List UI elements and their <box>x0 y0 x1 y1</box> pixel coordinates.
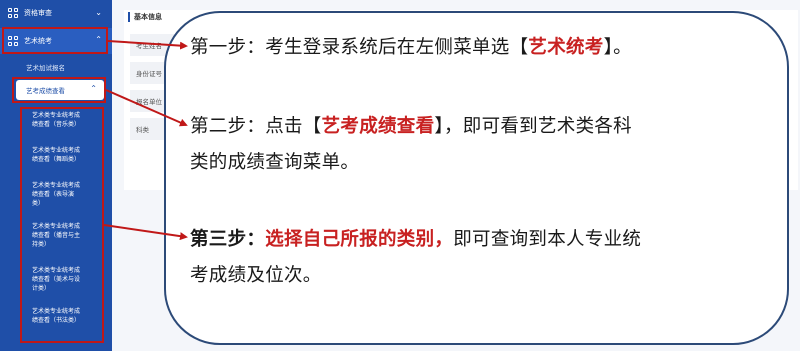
arrow-step2 <box>105 89 188 127</box>
step1-prefix: 第一步： <box>190 37 266 58</box>
step2-text: 第二步：点击【艺考成绩查看】，即可看到艺术类各科 类的成绩查询菜单。 <box>190 109 632 181</box>
step3-highlight: 选择自己所报的类别， <box>265 229 454 250</box>
step1-body: 考生登录系统后在左侧菜单选【 <box>265 37 529 58</box>
step1-highlight: 艺术统考 <box>528 37 604 58</box>
step3-line2: 考成绩及位次。 <box>190 265 322 286</box>
step2-prefix: 第二步： <box>190 116 266 137</box>
step2-line2: 类的成绩查询菜单。 <box>190 152 360 173</box>
step3-suffix: 即可查询到本人专业统 <box>453 229 642 250</box>
step2-suffix: 】，即可看到艺术类各科 <box>434 116 632 137</box>
arrow-step1 <box>107 40 188 50</box>
arrow-step3 <box>103 224 188 241</box>
step2-highlight: 艺考成绩查看 <box>321 116 435 137</box>
step1-suffix: 】。 <box>603 37 632 58</box>
step2-body: 点击【 <box>265 116 322 137</box>
step3-text: 第三步：选择自己所报的类别，即可查询到本人专业统 考成绩及位次。 <box>190 222 641 294</box>
step3-prefix: 第三步： <box>190 229 266 250</box>
step1-text: 第一步：考生登录系统后在左侧菜单选【艺术统考】。 <box>190 30 632 66</box>
